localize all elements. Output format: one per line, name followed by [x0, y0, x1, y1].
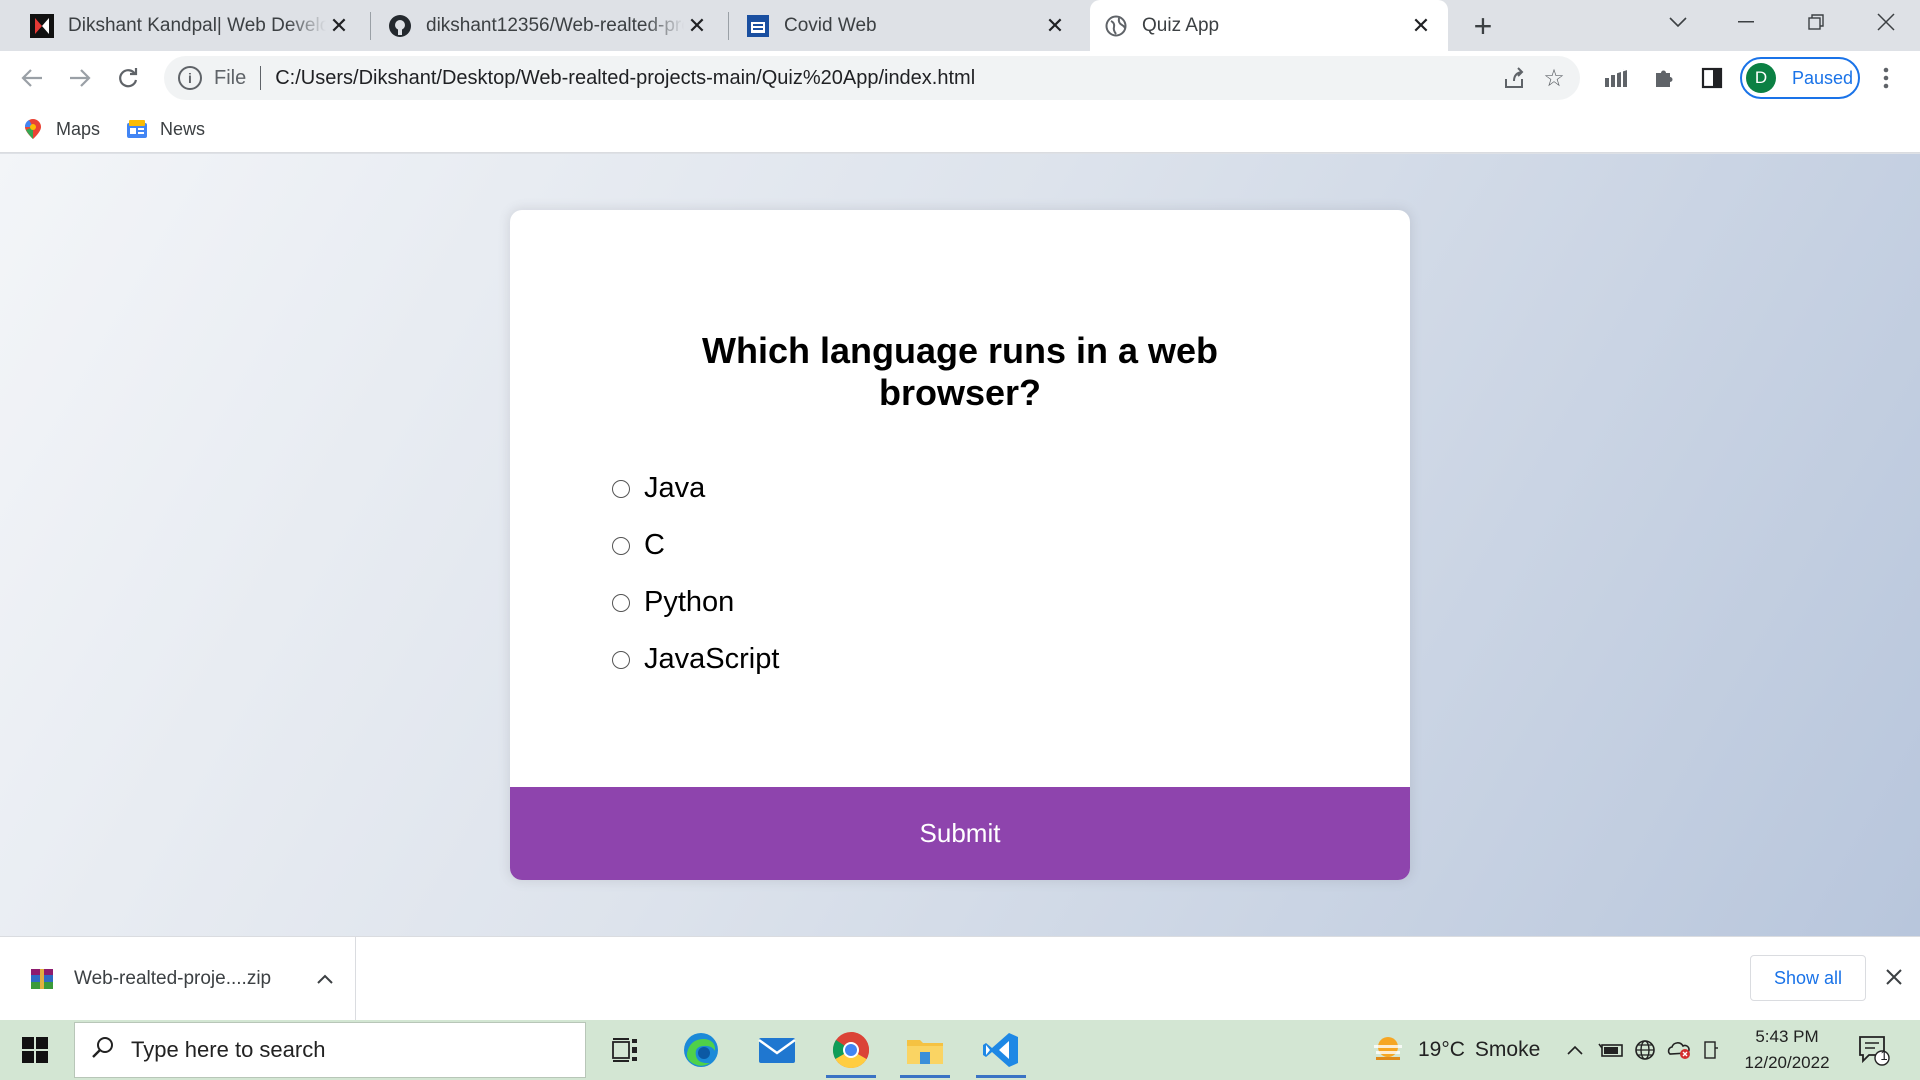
onedrive-error-icon[interactable]: [1662, 1040, 1696, 1060]
language-input-icon[interactable]: [1696, 1040, 1726, 1060]
download-item[interactable]: Web-realted-proje....zip: [0, 937, 356, 1021]
answer-option[interactable]: C: [612, 517, 779, 574]
tab-title: Covid Web: [784, 14, 877, 36]
covid-web-favicon-icon: [746, 14, 770, 38]
extensions-puzzle-icon[interactable]: [1644, 58, 1684, 98]
portfolio-favicon-icon: [30, 13, 54, 38]
url-text[interactable]: C:/Users/Dikshant/Desktop/Web-realted-pr…: [275, 67, 1494, 90]
edge-browser-icon[interactable]: [670, 1022, 732, 1078]
download-shelf: Web-realted-proje....zip Show all: [0, 936, 1920, 1021]
show-all-button[interactable]: Show all: [1750, 955, 1866, 1001]
answer-list: Java C Python JavaScript: [612, 460, 779, 688]
tab-title: dikshant12356/Web-realted-projects: [426, 14, 684, 36]
tab-separator: [370, 12, 371, 40]
chrome-icon[interactable]: [820, 1022, 882, 1078]
bookmark-label: News: [160, 118, 206, 139]
profile-button[interactable]: D Paused: [1740, 57, 1860, 99]
quiz-question: Which language runs in a web browser?: [701, 330, 1219, 413]
windows-start-icon[interactable]: [0, 1020, 70, 1080]
answer-option[interactable]: Java: [612, 460, 779, 517]
tab-title: Dikshant Kandpal| Web Developer: [68, 14, 326, 36]
submit-button[interactable]: Submit: [510, 787, 1410, 880]
answer-radio[interactable]: [612, 479, 630, 498]
weather-condition: Smoke: [1474, 1038, 1541, 1061]
profile-status: Paused: [1792, 67, 1854, 88]
close-tab-icon[interactable]: ✕: [326, 13, 352, 39]
bookmark-maps[interactable]: Maps: [22, 113, 100, 145]
tab-quiz-app[interactable]: Quiz App ✕: [1090, 0, 1448, 51]
maps-icon: [22, 118, 44, 140]
bookmark-star-icon[interactable]: ☆: [1534, 58, 1574, 98]
file-explorer-icon[interactable]: [894, 1022, 956, 1078]
news-icon: [126, 118, 148, 140]
close-window-icon[interactable]: [1852, 0, 1920, 44]
taskbar: Type here to search 19°C Smoke 5:43 PM 1…: [0, 1020, 1920, 1080]
show-hidden-icons-chevron-icon[interactable]: [1562, 1045, 1588, 1055]
search-placeholder: Type here to search: [131, 1037, 326, 1062]
answer-label[interactable]: Python: [644, 586, 734, 619]
weather-temperature: 19°C: [1418, 1038, 1465, 1061]
search-icon: [91, 1035, 115, 1066]
tab-strip: Dikshant Kandpal| Web Developer ✕ diksha…: [0, 0, 1920, 51]
taskbar-clock[interactable]: 5:43 PM 12/20/2022: [1730, 1024, 1844, 1076]
tab-github[interactable]: dikshant12356/Web-realted-projects ✕: [374, 0, 724, 51]
vscode-icon[interactable]: [970, 1022, 1032, 1078]
bookmarks-bar: Maps News: [0, 105, 1920, 153]
restore-icon[interactable]: [1782, 0, 1850, 44]
zip-archive-icon: [30, 967, 54, 991]
weather-widget[interactable]: 19°C Smoke: [1372, 1020, 1540, 1080]
back-arrow-icon[interactable]: [12, 58, 52, 98]
minimize-icon[interactable]: [1712, 0, 1780, 44]
download-file-name: Web-realted-proje....zip: [74, 968, 272, 989]
close-icon[interactable]: [1876, 959, 1912, 995]
site-info-icon[interactable]: i: [178, 66, 202, 90]
task-view-icon[interactable]: [594, 1022, 656, 1078]
bookmark-news[interactable]: News: [126, 113, 205, 145]
network-globe-icon[interactable]: [1628, 1039, 1662, 1061]
globe-icon: [1104, 14, 1128, 38]
scheme-label: File: [214, 66, 247, 89]
page-viewport: Which language runs in a web browser? Ja…: [0, 154, 1920, 936]
tab-title: Quiz App: [1142, 14, 1220, 36]
address-bar[interactable]: i File C:/Users/Dikshant/Desktop/Web-rea…: [164, 56, 1580, 100]
answer-option[interactable]: JavaScript: [612, 631, 779, 688]
close-tab-icon[interactable]: ✕: [684, 13, 710, 39]
answer-radio[interactable]: [612, 650, 630, 669]
reload-icon[interactable]: [108, 58, 148, 98]
taskbar-search-box[interactable]: Type here to search: [74, 1022, 586, 1078]
answer-radio[interactable]: [612, 536, 630, 555]
close-tab-icon[interactable]: ✕: [1042, 13, 1068, 39]
menu-kebab-icon[interactable]: [1866, 58, 1906, 98]
clock-date: 12/20/2022: [1744, 1053, 1830, 1072]
answer-option[interactable]: Python: [612, 574, 779, 631]
clock-time: 5:43 PM: [1755, 1027, 1819, 1046]
answer-label[interactable]: C: [644, 529, 665, 562]
github-icon: [388, 14, 412, 38]
bookmark-label: Maps: [56, 118, 101, 139]
weather-haze-icon: [1372, 1035, 1404, 1065]
tray-icons: [1562, 1020, 1726, 1080]
share-icon[interactable]: [1494, 58, 1534, 98]
battery-icon[interactable]: [1594, 1042, 1628, 1058]
answer-label[interactable]: Java: [644, 472, 705, 505]
mail-icon[interactable]: [746, 1022, 808, 1078]
tab-portfolio[interactable]: Dikshant Kandpal| Web Developer ✕: [16, 0, 366, 51]
answer-radio[interactable]: [612, 593, 630, 612]
side-panel-icon[interactable]: [1692, 58, 1732, 98]
plus-icon[interactable]: +: [1466, 8, 1500, 44]
avatar: D: [1746, 63, 1776, 93]
answer-label[interactable]: JavaScript: [644, 643, 779, 676]
close-tab-icon[interactable]: ✕: [1408, 13, 1434, 39]
tab-search-chevron-icon[interactable]: [1644, 0, 1712, 44]
forward-arrow-icon[interactable]: [60, 58, 100, 98]
address-divider: [260, 66, 262, 90]
quiz-card: Which language runs in a web browser? Ja…: [510, 210, 1410, 880]
notification-center-icon[interactable]: 1: [1854, 1030, 1894, 1070]
performance-icon[interactable]: [1596, 58, 1636, 98]
tab-separator: [728, 12, 729, 40]
browser-toolbar: i File C:/Users/Dikshant/Desktop/Web-rea…: [0, 51, 1920, 105]
notification-count: 1: [1880, 1048, 1888, 1063]
tab-covid-web[interactable]: Covid Web ✕: [732, 0, 1082, 51]
chevron-up-icon[interactable]: [305, 974, 345, 984]
